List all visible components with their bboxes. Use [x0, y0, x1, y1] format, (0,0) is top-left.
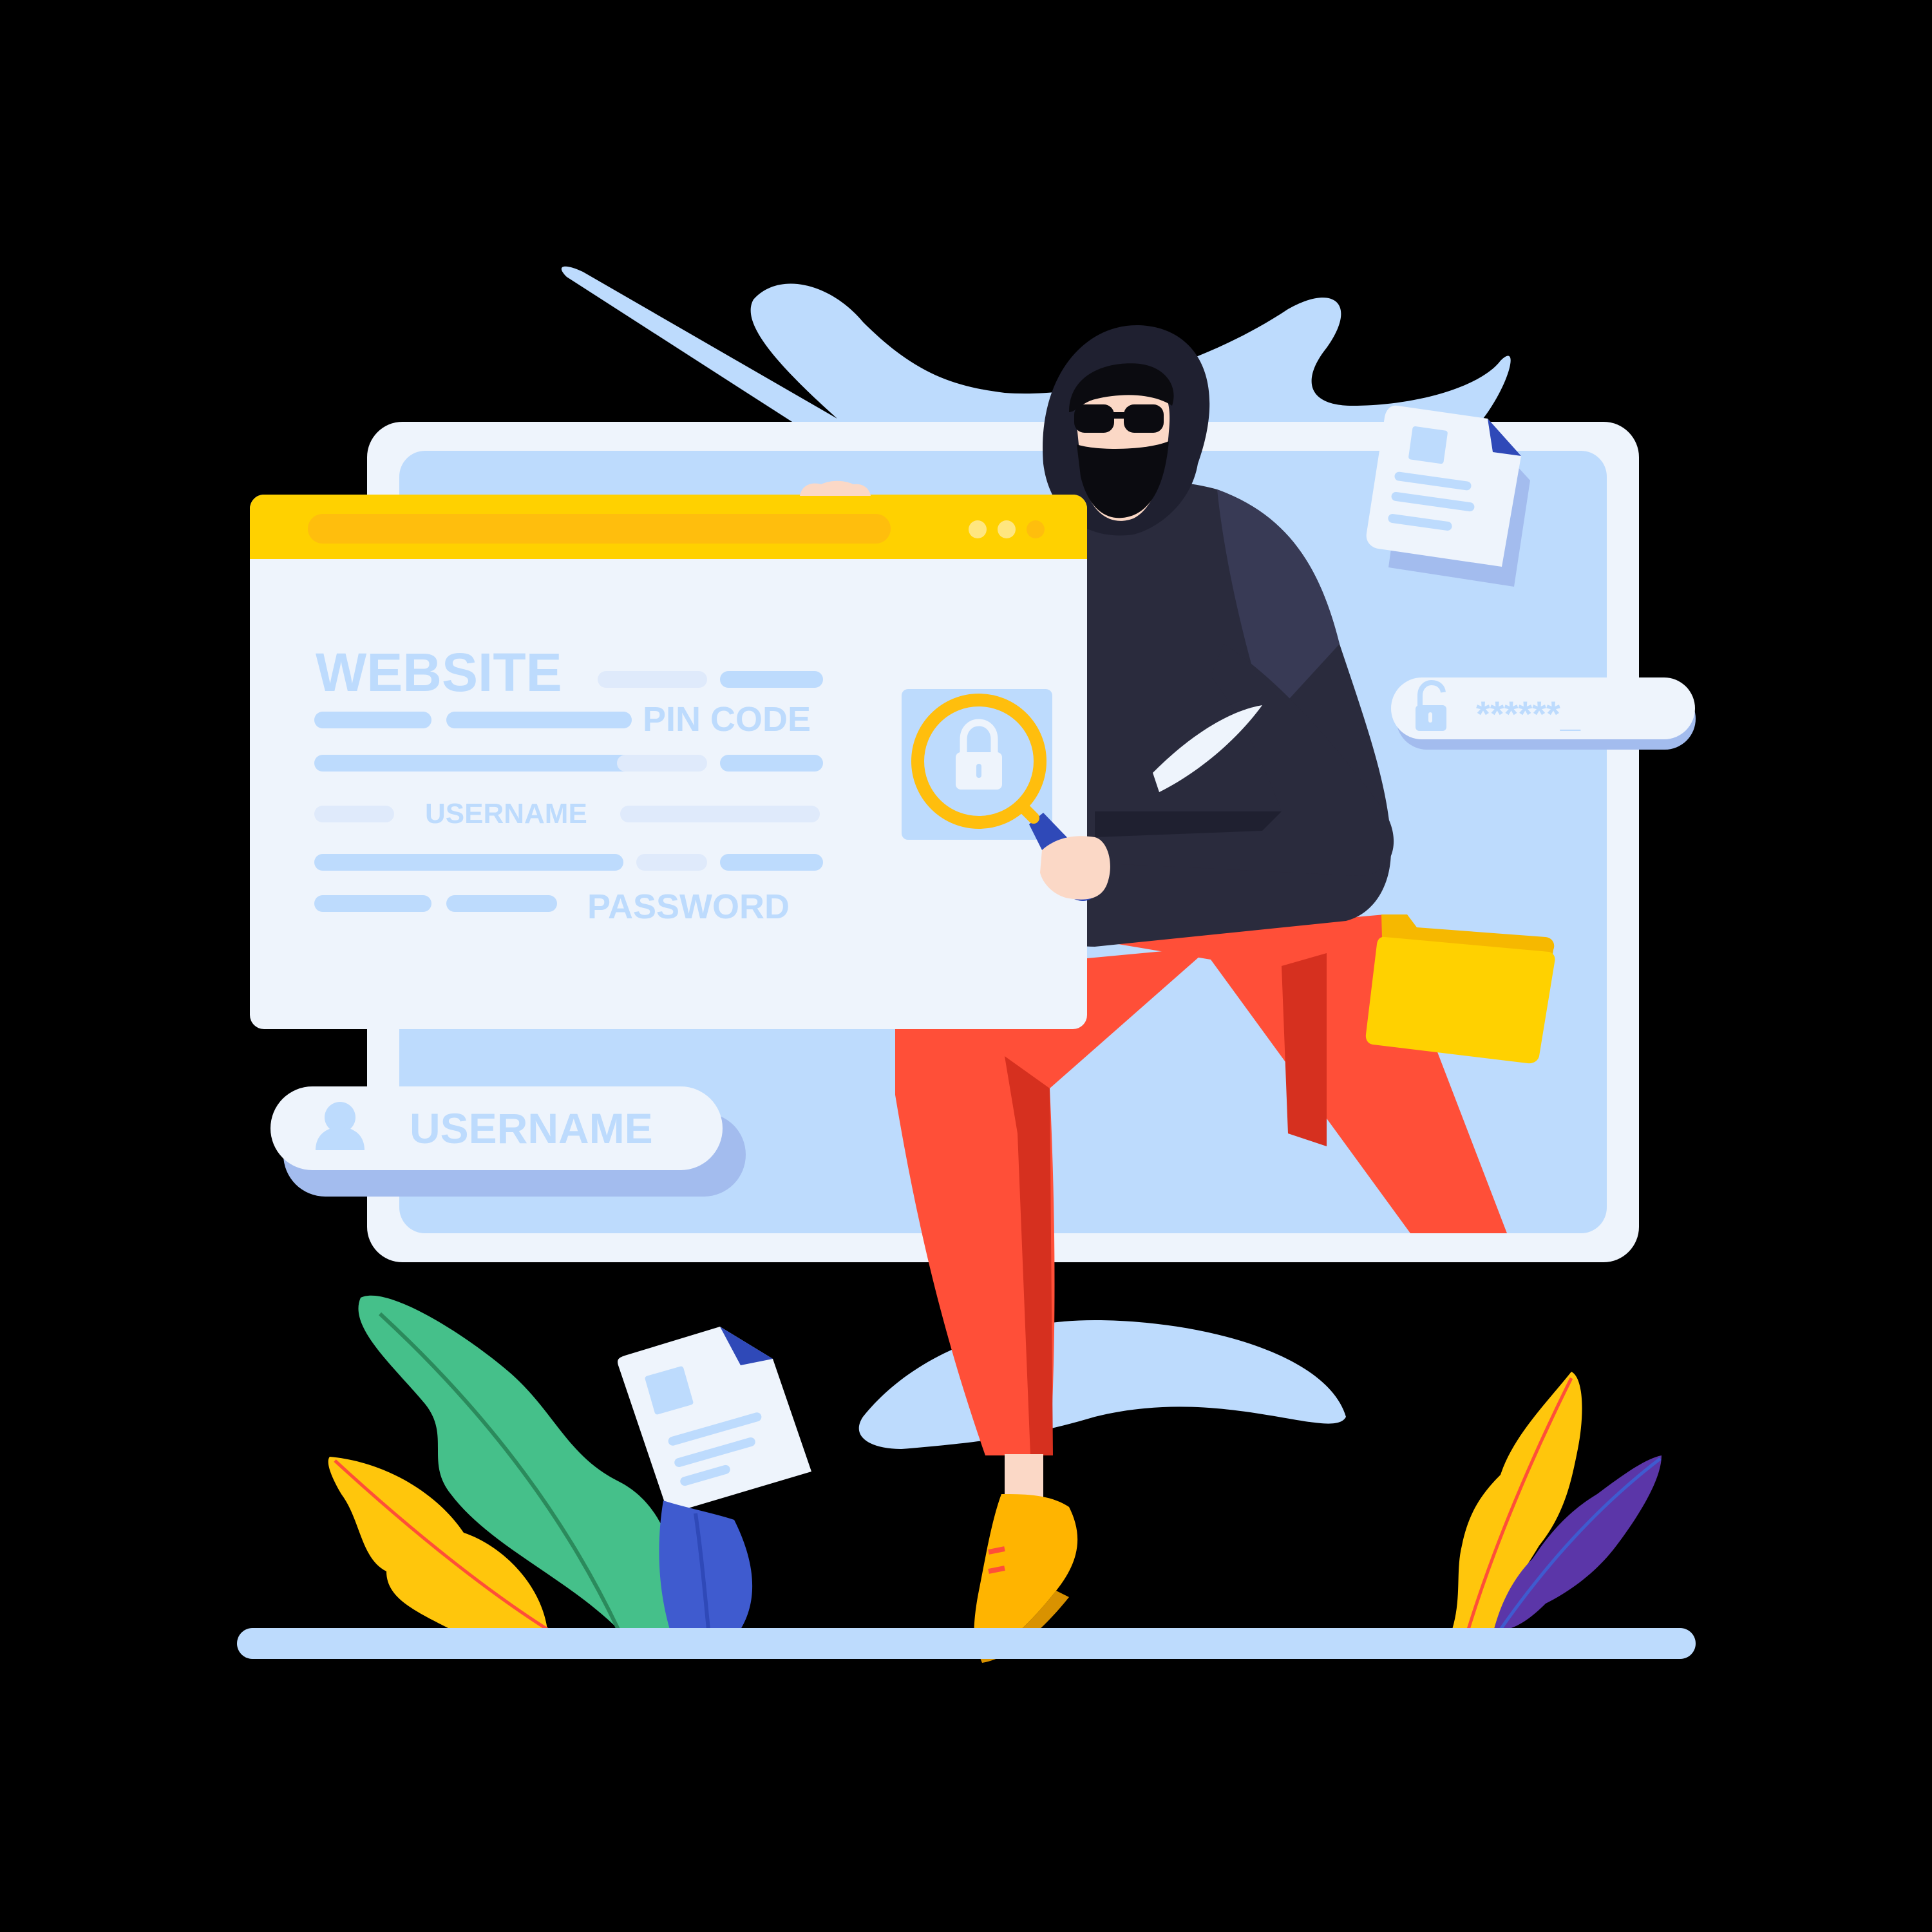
pin-code-label: PIN CODE — [643, 700, 811, 739]
username-field-label: USERNAME — [425, 798, 587, 829]
password-field-label: PASSWORD — [587, 887, 790, 926]
window-dot-3[interactable] — [1027, 520, 1045, 538]
password-pill[interactable]: ******_ — [1391, 677, 1696, 750]
window-dot-2[interactable] — [998, 520, 1016, 538]
browser-site-title: WEBSITE — [316, 642, 562, 703]
ground-line — [237, 1628, 1696, 1659]
window-dot-1[interactable] — [969, 520, 987, 538]
username-pill[interactable]: USERNAME — [270, 1086, 746, 1197]
password-mask: ******_ — [1476, 694, 1581, 734]
hacker-illustration: WEBSITE PIN CODE USERNAME PASSWORD *****… — [0, 0, 1932, 1932]
hacker-ankle — [1005, 1454, 1043, 1501]
folder-icon — [1365, 914, 1555, 1064]
username-pill-label: USERNAME — [410, 1104, 653, 1152]
browser-address-bar — [308, 514, 891, 544]
